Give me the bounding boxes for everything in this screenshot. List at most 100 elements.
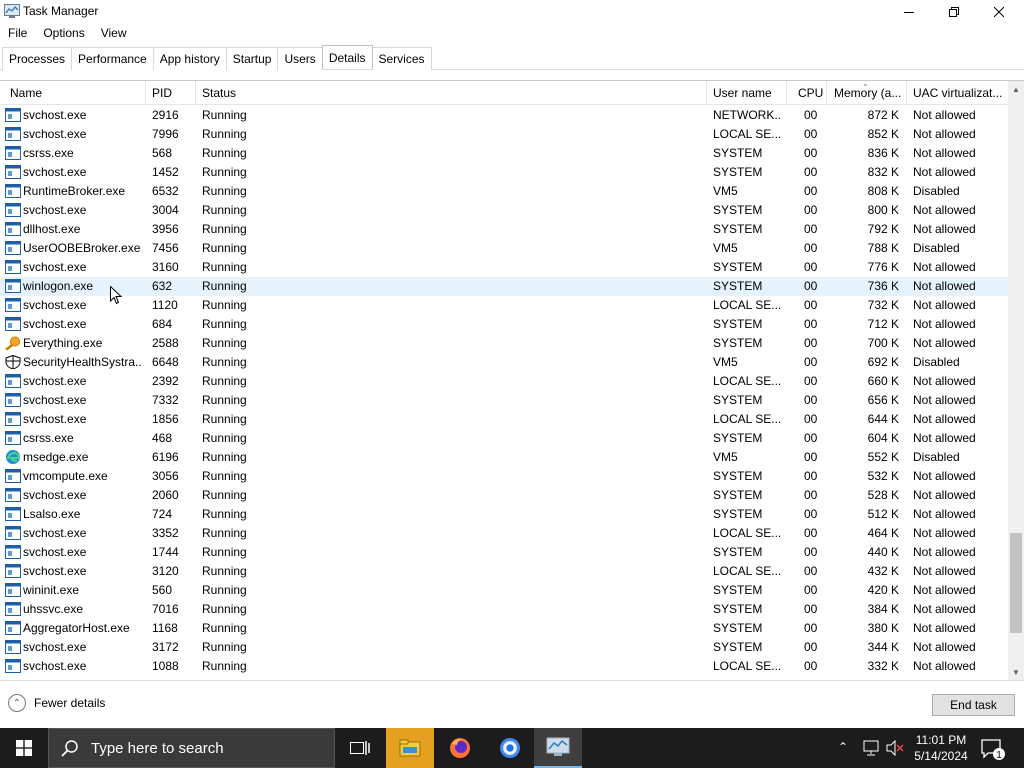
start-button[interactable] (0, 728, 48, 768)
fewer-details-label: Fewer details (34, 696, 106, 710)
window-app-icon (5, 545, 21, 559)
process-memory: 432 K (867, 564, 899, 578)
close-button[interactable] (976, 0, 1022, 24)
table-row[interactable]: svchost.exe 3172 Running SYSTEM 00 344 K Not a… (0, 638, 1008, 657)
process-status: Running (202, 146, 247, 160)
table-row[interactable]: svchost.exe 3004 Running SYSTEM 00 800 K Not a… (0, 201, 1008, 220)
menu-options[interactable]: Options (35, 24, 92, 44)
table-row[interactable]: svchost.exe 2392 Running LOCAL SE... 00 660 K… (0, 372, 1008, 391)
process-memory: 332 K (867, 659, 899, 673)
task-view-button[interactable] (336, 728, 384, 768)
window-app-icon (5, 184, 21, 198)
window-app-icon (5, 621, 21, 635)
table-row[interactable]: csrss.exe 468 Running SYSTEM 00 604 K Not allo… (0, 429, 1008, 448)
scrollbar-thumb[interactable] (1010, 533, 1022, 633)
process-status: Running (202, 488, 247, 502)
table-row[interactable]: svchost.exe 3160 Running SYSTEM 00 776 K Not a… (0, 258, 1008, 277)
process-cpu: 00 (804, 336, 818, 350)
tab-processes[interactable]: Processes (2, 47, 73, 70)
table-row[interactable]: SecurityHealthSystra... 6648 Running VM5 00 6… (0, 353, 1008, 372)
menu-file[interactable]: File (0, 24, 35, 44)
minimize-button[interactable] (886, 0, 932, 24)
tab-app-history[interactable]: App history (152, 47, 227, 70)
process-name: UserOOBEBroker.exe (23, 241, 141, 255)
table-row[interactable]: svchost.exe 684 Running SYSTEM 00 712 K Not al… (0, 315, 1008, 334)
table-row[interactable]: svchost.exe 1744 Running SYSTEM 00 440 K Not a… (0, 543, 1008, 562)
process-cpu: 00 (804, 526, 818, 540)
table-row[interactable]: dllhost.exe 3956 Running SYSTEM 00 792 K Not a… (0, 220, 1008, 239)
column-header-name[interactable]: Name (0, 81, 146, 105)
vertical-scrollbar[interactable]: ▲ ▼ (1008, 81, 1024, 680)
show-hidden-icons-chevron-icon[interactable]: ⌃ (838, 740, 848, 754)
network-icon[interactable] (862, 740, 880, 756)
table-row[interactable]: AggregatorHost.exe 1168 Running SYSTEM 00 380… (0, 619, 1008, 638)
table-row[interactable]: msedge.exe 6196 Running VM5 00 552 K Disabled (0, 448, 1008, 467)
process-memory: 644 K (867, 412, 899, 426)
process-name: svchost.exe (23, 526, 87, 540)
table-row[interactable]: svchost.exe 3352 Running LOCAL SE... 00 464 K… (0, 524, 1008, 543)
table-row[interactable]: svchost.exe 2060 Running SYSTEM 00 528 K Not a… (0, 486, 1008, 505)
process-user: LOCAL SE... (713, 127, 781, 141)
table-row[interactable]: svchost.exe 2916 Running NETWORK... 00 872 K N… (0, 106, 1008, 125)
table-row[interactable]: svchost.exe 1120 Running LOCAL SE... 00 732 K… (0, 296, 1008, 315)
table-row[interactable]: Everything.exe 2588 Running SYSTEM 00 700 K No… (0, 334, 1008, 353)
table-row[interactable]: svchost.exe 1088 Running LOCAL SE... 00 332 K… (0, 657, 1008, 676)
task-manager-taskbar-button[interactable] (534, 728, 582, 768)
fewer-details-button[interactable]: ⌃ Fewer details (8, 694, 105, 712)
scroll-up-arrow-icon[interactable]: ▲ (1008, 81, 1024, 97)
process-cpu: 00 (804, 640, 818, 654)
process-pid: 3160 (152, 260, 179, 274)
tab-performance[interactable]: Performance (71, 47, 154, 70)
table-row[interactable]: svchost.exe 1856 Running LOCAL SE... 00 644 K… (0, 410, 1008, 429)
table-row[interactable]: svchost.exe 3120 Running LOCAL SE... 00 432 K… (0, 562, 1008, 581)
process-memory: 700 K (867, 336, 899, 350)
process-name: svchost.exe (23, 298, 87, 312)
tab-details[interactable]: Details (321, 45, 373, 69)
process-user: LOCAL SE... (713, 412, 781, 426)
taskbar-clock[interactable]: 11:01 PM 5/14/2024 (913, 732, 969, 764)
notification-center-icon[interactable]: 1 (980, 736, 1006, 762)
minimize-icon (904, 12, 914, 13)
firefox-button[interactable] (436, 728, 484, 768)
column-header-uac[interactable]: UAC virtualizat... (907, 81, 1008, 105)
end-task-button[interactable]: End task (932, 694, 1015, 716)
column-header-status[interactable]: Status (196, 81, 707, 105)
column-header-pid[interactable]: PID (146, 81, 196, 105)
process-uac: Not allowed (913, 564, 976, 578)
table-row[interactable]: RuntimeBroker.exe 6532 Running VM5 00 808 K Di… (0, 182, 1008, 201)
table-row[interactable]: csrss.exe 568 Running SYSTEM 00 836 K Not allo… (0, 144, 1008, 163)
process-memory: 552 K (867, 450, 899, 464)
file-explorer-button[interactable] (386, 728, 434, 768)
process-uac: Not allowed (913, 412, 976, 426)
table-row[interactable]: UserOOBEBroker.exe 7456 Running VM5 00 788 K D… (0, 239, 1008, 258)
table-row[interactable]: Lsalso.exe 724 Running SYSTEM 00 512 K Not all… (0, 505, 1008, 524)
process-memory: 852 K (867, 127, 899, 141)
volume-muted-icon[interactable] (886, 740, 904, 756)
table-row[interactable]: svchost.exe 7332 Running SYSTEM 00 656 K Not a… (0, 391, 1008, 410)
taskbar: Type here to search ⌃ 11:01 PM 5/14/2024… (0, 728, 1024, 768)
chrome-button[interactable] (486, 728, 534, 768)
restore-button[interactable] (931, 0, 977, 24)
tab-services[interactable]: Services (371, 47, 432, 70)
process-uac: Not allowed (913, 469, 976, 483)
shield-app-icon (5, 355, 21, 369)
taskbar-search-box[interactable]: Type here to search (48, 728, 335, 768)
table-row[interactable]: winlogon.exe 632 Running SYSTEM 00 736 K Not a… (0, 277, 1008, 296)
table-row[interactable]: svchost.exe 1452 Running SYSTEM 00 832 K Not a… (0, 163, 1008, 182)
table-row[interactable]: vmcompute.exe 3056 Running SYSTEM 00 532 K Not… (0, 467, 1008, 486)
menu-view[interactable]: View (93, 24, 135, 44)
process-uac: Not allowed (913, 526, 976, 540)
column-header-user-name[interactable]: User name (707, 81, 787, 105)
column-header-cpu[interactable]: CPU (787, 81, 827, 105)
process-uac: Not allowed (913, 602, 976, 616)
process-pid: 3120 (152, 564, 179, 578)
process-status: Running (202, 640, 247, 654)
tab-startup[interactable]: Startup (225, 47, 279, 70)
tab-users[interactable]: Users (277, 47, 323, 70)
process-uac: Not allowed (913, 545, 976, 559)
table-row[interactable]: uhssvc.exe 7016 Running SYSTEM 00 384 K Not al… (0, 600, 1008, 619)
process-memory: 656 K (867, 393, 899, 407)
scroll-down-arrow-icon[interactable]: ▼ (1008, 664, 1024, 680)
table-row[interactable]: wininit.exe 560 Running SYSTEM 00 420 K Not al… (0, 581, 1008, 600)
table-row[interactable]: svchost.exe 7996 Running LOCAL SE... 00 852 K… (0, 125, 1008, 144)
